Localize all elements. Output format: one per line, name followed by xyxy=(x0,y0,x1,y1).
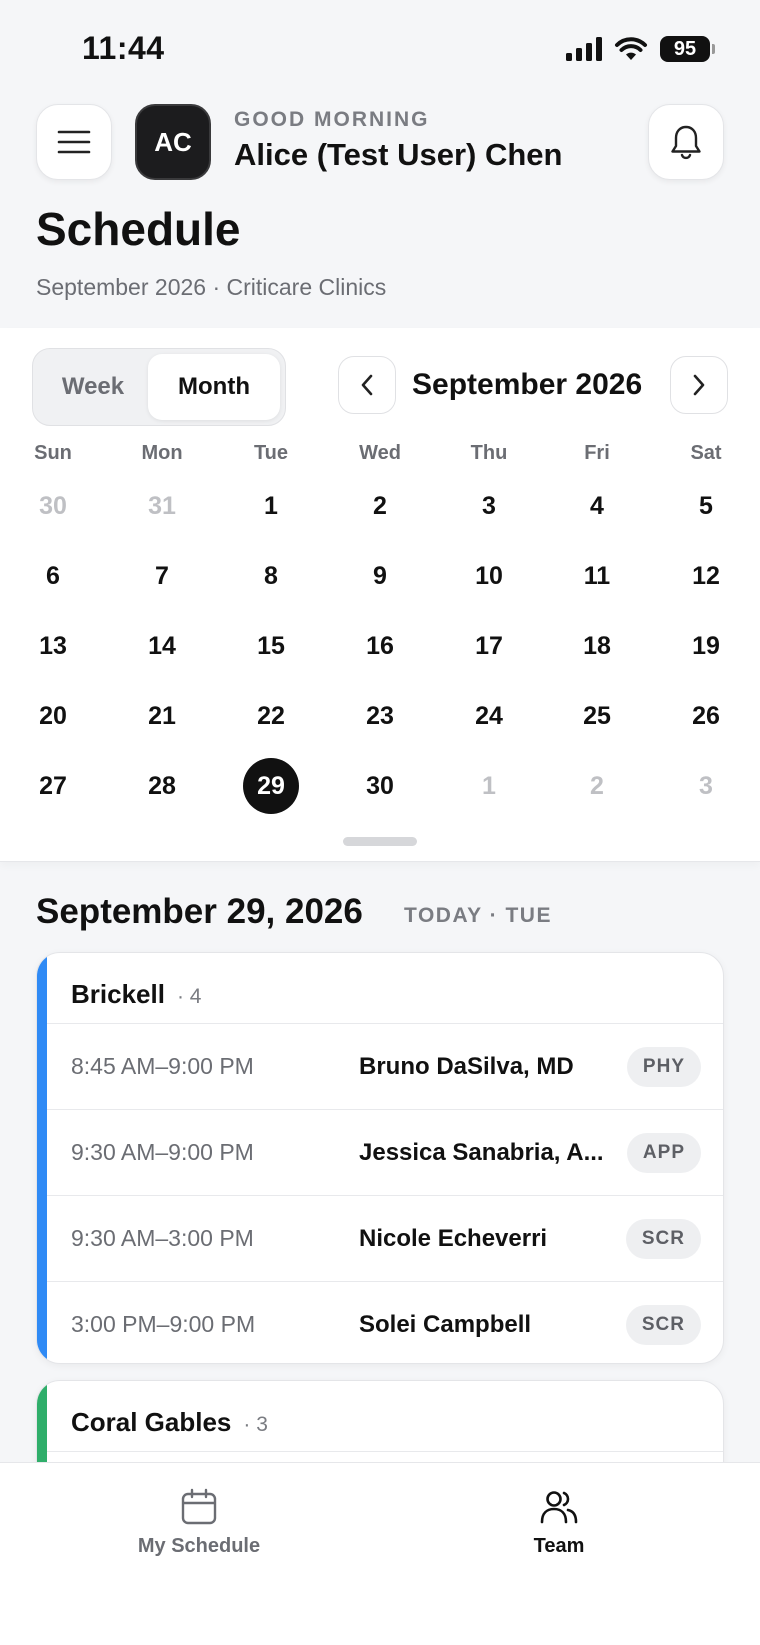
greeting-label: GOOD MORNING xyxy=(234,108,430,131)
avatar[interactable]: AC xyxy=(135,104,211,180)
calendar-panel: Week Month September 2026 Sun Mon Tue Wed Th… xyxy=(0,328,760,862)
calendar-day[interactable]: 3 xyxy=(461,478,517,534)
calendar-day[interactable]: 13 xyxy=(25,618,81,674)
menu-button[interactable] xyxy=(36,104,112,180)
calendar-day[interactable]: 9 xyxy=(352,548,408,604)
calendar-day[interactable]: 3 xyxy=(678,758,734,814)
bell-icon xyxy=(671,125,701,160)
shift-staff-name: Solei Campbell xyxy=(359,1311,532,1338)
user-name: Alice (Test User) Chen xyxy=(234,137,563,172)
shift-time: 8:45 AM–9:00 PM xyxy=(71,1053,254,1079)
chevron-right-icon xyxy=(693,374,705,396)
location-card-brickell[interactable]: Brickell · 4 8:45 AM–9:00 PM Bruno DaSil… xyxy=(36,952,724,1364)
location-name: Coral Gables xyxy=(71,1407,232,1437)
shift-row[interactable]: 3:00 PM–9:00 PM Solei Campbell SCR xyxy=(47,1281,723,1363)
battery-icon: 95 xyxy=(660,36,715,62)
hamburger-menu-icon xyxy=(57,130,91,154)
role-badge: APP xyxy=(626,1133,701,1173)
shift-row[interactable]: 9:30 AM–3:00 PM Nicole Echeverri SCR xyxy=(47,1195,723,1281)
calendar-day[interactable]: 23 xyxy=(352,688,408,744)
previous-month-button[interactable] xyxy=(338,356,396,414)
calendar-day[interactable]: 22 xyxy=(243,688,299,744)
chevron-left-icon xyxy=(361,374,373,396)
calendar-icon xyxy=(181,1488,217,1525)
calendar-day-selected[interactable]: 29 xyxy=(243,758,299,814)
tab-team[interactable]: Team xyxy=(459,1487,659,1558)
view-toggle: Week Month xyxy=(32,348,286,426)
calendar-day[interactable]: 12 xyxy=(678,548,734,604)
calendar-day[interactable]: 1 xyxy=(461,758,517,814)
calendar-day[interactable]: 30 xyxy=(352,758,408,814)
tab-bar: My Schedule Team xyxy=(0,1462,760,1645)
calendar-day[interactable]: 20 xyxy=(25,688,81,744)
weekday-label: Wed xyxy=(359,442,401,464)
calendar-day[interactable]: 19 xyxy=(678,618,734,674)
calendar-day[interactable]: 28 xyxy=(134,758,190,814)
calendar-day[interactable]: 21 xyxy=(134,688,190,744)
calendar-day[interactable]: 26 xyxy=(678,688,734,744)
calendar-day[interactable]: 5 xyxy=(678,478,734,534)
tab-label: My Schedule xyxy=(137,1535,261,1557)
calendar-day[interactable]: 30 xyxy=(25,478,81,534)
shift-time: 9:30 AM–3:00 PM xyxy=(71,1225,254,1251)
calendar-day[interactable]: 31 xyxy=(134,478,190,534)
weekday-label: Tue xyxy=(253,442,289,464)
role-badge: SCR xyxy=(625,1305,701,1345)
calendar-day[interactable]: 2 xyxy=(352,478,408,534)
notifications-button[interactable] xyxy=(648,104,724,180)
status-bar: 11:44 95 xyxy=(0,0,760,100)
calendar-day[interactable]: 6 xyxy=(25,548,81,604)
shift-time: 9:30 AM–9:00 PM xyxy=(71,1139,254,1165)
next-month-button[interactable] xyxy=(670,356,728,414)
cellular-signal-icon xyxy=(566,37,602,61)
location-count: · 4 xyxy=(176,985,202,1008)
wifi-icon xyxy=(615,37,647,60)
month-toggle[interactable]: Month xyxy=(148,354,280,420)
calendar-day[interactable]: 25 xyxy=(569,688,625,744)
calendar-day[interactable]: 2 xyxy=(569,758,625,814)
calendar-day[interactable]: 15 xyxy=(243,618,299,674)
calendar-day[interactable]: 7 xyxy=(134,548,190,604)
calendar-day[interactable]: 4 xyxy=(569,478,625,534)
weekday-label: Mon xyxy=(141,442,183,464)
shift-staff-name: Nicole Echeverri xyxy=(359,1225,548,1252)
location-accent-bar xyxy=(37,953,47,1363)
shift-time: 3:00 PM–9:00 PM xyxy=(71,1311,256,1337)
page-title: Schedule xyxy=(36,203,241,255)
role-badge: PHY xyxy=(626,1047,701,1087)
calendar-day[interactable]: 11 xyxy=(569,548,625,604)
month-label: September 2026 xyxy=(412,368,643,401)
weekday-header: Sun Mon Tue Wed Thu Fri Sat xyxy=(0,442,760,472)
shift-staff-name: Jessica Sanabria, A... xyxy=(359,1139,604,1166)
weekday-label: Fri xyxy=(584,442,610,464)
tab-my-schedule[interactable]: My Schedule xyxy=(99,1487,299,1558)
page-subtitle: September 2026 · Criticare Clinics xyxy=(36,274,387,300)
calendar-day[interactable]: 24 xyxy=(461,688,517,744)
shift-row[interactable]: 9:30 AM–9:00 PM Jessica Sanabria, A... A… xyxy=(47,1109,723,1195)
calendar-day[interactable]: 27 xyxy=(25,758,81,814)
tab-label: Team xyxy=(533,1535,585,1557)
calendar-day[interactable]: 17 xyxy=(461,618,517,674)
calendar-day[interactable]: 14 xyxy=(134,618,190,674)
calendar-day[interactable]: 8 xyxy=(243,548,299,604)
calendar-day[interactable]: 18 xyxy=(569,618,625,674)
calendar-day[interactable]: 10 xyxy=(461,548,517,604)
calendar-day[interactable]: 1 xyxy=(243,478,299,534)
shift-staff-name: Bruno DaSilva, MD xyxy=(359,1053,574,1080)
role-badge: SCR xyxy=(625,1219,701,1259)
selected-day-title: September 29, 2026 xyxy=(36,892,363,931)
status-icons: 95 xyxy=(566,36,715,62)
calendar-day[interactable]: 16 xyxy=(352,618,408,674)
people-icon xyxy=(540,1491,578,1524)
weekday-label: Sat xyxy=(690,442,722,464)
selected-day-tag: TODAY · TUE xyxy=(404,904,552,927)
status-time: 11:44 xyxy=(82,30,165,66)
weekday-label: Thu xyxy=(470,442,508,464)
weekday-label: Sun xyxy=(34,442,72,464)
location-name: Brickell xyxy=(71,979,165,1009)
week-toggle[interactable]: Week xyxy=(38,354,148,420)
location-count: · 3 xyxy=(243,1413,268,1436)
drag-handle[interactable] xyxy=(343,837,417,846)
shift-row[interactable]: 8:45 AM–9:00 PM Bruno DaSilva, MD PHY xyxy=(47,1023,723,1109)
